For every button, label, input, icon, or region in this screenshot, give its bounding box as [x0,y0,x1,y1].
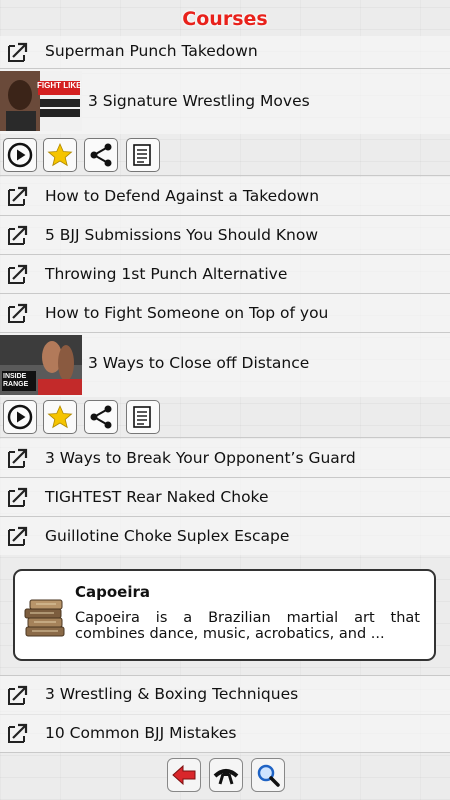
external-link-icon[interactable] [6,262,30,286]
item-actions [0,135,450,176]
list-item[interactable]: TIGHTEST Rear Naked Choke [0,478,450,517]
external-link-icon[interactable] [6,301,30,325]
list-item[interactable]: Throwing 1st Punch Alternative [0,255,450,294]
list-item-label: Guillotine Choke Suplex Escape [45,527,290,545]
share-button[interactable] [84,138,118,172]
list-item-label: How to Fight Someone on Top of you [45,304,329,322]
notes-button[interactable] [126,400,160,434]
list-item[interactable]: 3 Wrestling & Boxing Techniques [0,675,450,715]
list-item-label: How to Defend Against a Takedown [45,187,320,205]
list-item[interactable]: Guillotine Choke Suplex Escape [0,517,450,555]
list-item[interactable]: 10 Common BJJ Mistakes [0,714,450,753]
list-item-label: 3 Ways to Break Your Opponent’s Guard [45,449,356,467]
belt-button[interactable] [209,758,243,792]
favorite-button[interactable] [43,138,77,172]
back-arrow-icon [172,764,196,786]
featured-card[interactable]: Capoeira Capoeira is a Brazilian martial… [13,569,436,661]
list-item[interactable]: 5 BJJ Submissions You Should Know [0,216,450,255]
star-icon [47,405,73,429]
star-icon [47,143,73,167]
external-link-icon[interactable] [6,446,30,470]
thumbnail-caption: FIGHT LIKE [37,81,82,90]
list-item-label: 3 Wrestling & Boxing Techniques [45,685,299,703]
bottom-toolbar [0,755,450,800]
list-item[interactable]: INSIDE RANGE 3 Ways to Close off Distanc… [0,333,450,397]
share-icon [90,143,112,167]
item-actions [0,397,450,438]
card-title: Capoeira [75,583,151,601]
list-item[interactable]: Superman Punch Takedown [0,36,450,69]
list-item-label: 3 Signature Wrestling Moves [88,92,310,110]
list-item-label: 10 Common BJJ Mistakes [45,724,237,742]
back-button[interactable] [167,758,201,792]
external-link-icon[interactable] [6,683,30,707]
card-description: Capoeira is a Brazilian martial art that… [75,610,420,642]
video-thumbnail[interactable]: FIGHT LIKE [0,71,82,131]
external-link-icon[interactable] [6,485,30,509]
external-link-icon[interactable] [6,524,30,548]
external-link-icon[interactable] [6,721,30,745]
list-item-label: TIGHTEST Rear Naked Choke [45,488,269,506]
page-title: Courses [182,8,268,30]
search-button[interactable] [251,758,285,792]
header: Courses [0,0,450,36]
list-item[interactable]: FIGHT LIKE 3 Signature Wrestling Moves [0,69,450,134]
list-item[interactable]: 3 Ways to Break Your Opponent’s Guard [0,439,450,478]
list-item[interactable]: How to Defend Against a Takedown [0,177,450,216]
play-button[interactable] [3,138,37,172]
video-thumbnail[interactable]: INSIDE RANGE [0,335,82,395]
favorite-button[interactable] [43,400,77,434]
search-icon [257,764,280,787]
play-button[interactable] [3,400,37,434]
external-link-icon[interactable] [6,40,30,64]
share-icon [90,405,112,429]
notes-icon [133,406,151,428]
notes-icon [133,144,151,166]
external-link-icon[interactable] [6,223,30,247]
thumbnail-caption: INSIDE RANGE [3,373,29,388]
books-icon [24,599,65,637]
play-icon [7,404,33,430]
belt-icon [213,769,239,785]
list-item-label: Throwing 1st Punch Alternative [45,265,288,283]
notes-button[interactable] [126,138,160,172]
list-item-label: 3 Ways to Close off Distance [88,354,310,372]
list-item[interactable]: How to Fight Someone on Top of you [0,294,450,333]
list-item-label: Superman Punch Takedown [45,42,258,60]
list-item-label: 5 BJJ Submissions You Should Know [45,226,318,244]
play-icon [7,142,33,168]
share-button[interactable] [84,400,118,434]
external-link-icon[interactable] [6,184,30,208]
